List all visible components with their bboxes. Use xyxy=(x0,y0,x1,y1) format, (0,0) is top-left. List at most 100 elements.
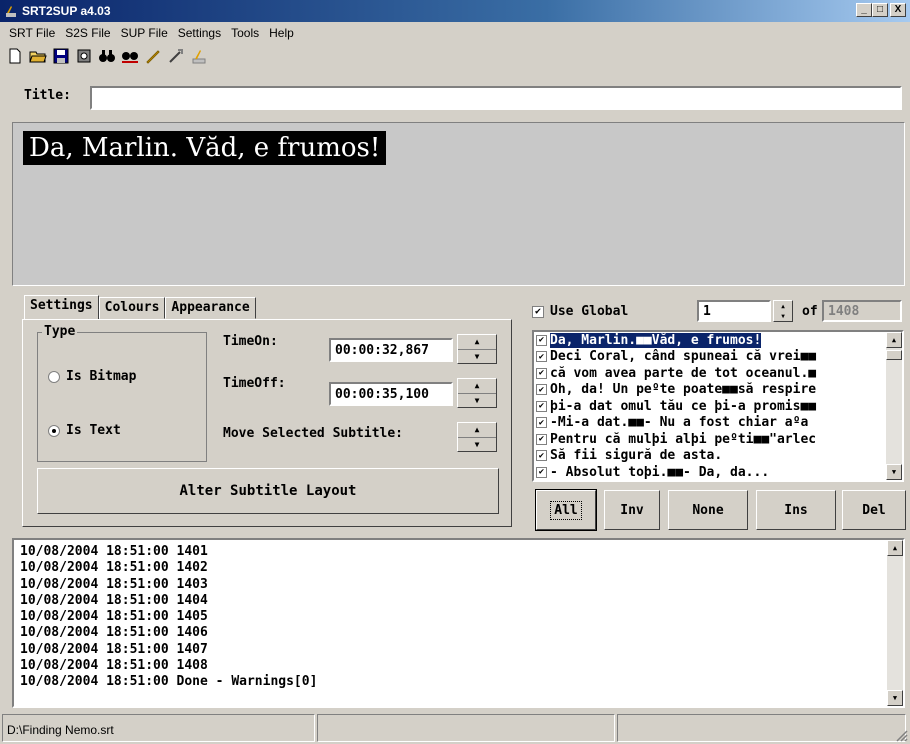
is-bitmap-option[interactable]: Is Bitmap xyxy=(48,369,136,384)
list-item[interactable]: ✔ -Mi-a dat.■■- Nu a fost chiar aºa xyxy=(534,415,902,432)
item-checkbox[interactable]: ✔ xyxy=(536,400,547,412)
scroll-up-icon[interactable]: ▲ xyxy=(887,540,903,556)
time-off-label: TimeOff: xyxy=(223,376,286,391)
maximize-button[interactable]: □ xyxy=(872,3,888,17)
menu-srt-file[interactable]: SRT File xyxy=(4,26,60,40)
list-item[interactable]: ✔ că vom avea parte de tot oceanul.■ xyxy=(534,365,902,382)
close-button[interactable]: X xyxy=(890,3,906,17)
item-checkbox[interactable]: ✔ xyxy=(536,450,547,462)
tab-appearance[interactable]: Appearance xyxy=(165,297,256,319)
list-item[interactable]: ✔ Pentru că mulþi alþi peºti■■"arlec xyxy=(534,431,902,448)
save-button[interactable] xyxy=(50,45,72,67)
tab-colours[interactable]: Colours xyxy=(98,297,166,319)
settings-pane: Type Is Bitmap Is Text TimeOn: 00:00:32,… xyxy=(22,319,512,527)
time-off-spinner[interactable]: ▲ ▼ xyxy=(457,378,497,408)
subtitle-list[interactable]: ✔ Da, Marlin.■■Văd, e frumos! ✔ Deci Coral… xyxy=(532,330,904,482)
time-on-spinner[interactable]: ▲ ▼ xyxy=(457,334,497,364)
is-text-radio[interactable] xyxy=(48,424,60,437)
title-bar: SRT2SUP a4.03 _ □ X xyxy=(0,0,910,22)
save-disk-icon xyxy=(53,48,69,64)
item-text: Oh, da! Un peºte poate■■să respire xyxy=(550,382,817,398)
about-button[interactable] xyxy=(188,45,210,67)
minimize-button[interactable]: _ xyxy=(856,3,872,17)
find-button[interactable] xyxy=(96,45,118,67)
scroll-thumb[interactable] xyxy=(886,350,902,360)
log-line: 10/08/2004 18:51:00 1403 xyxy=(20,576,208,592)
spin-down-icon[interactable]: ▼ xyxy=(458,350,496,364)
log-line: 10/08/2004 18:51:00 1408 xyxy=(20,658,208,674)
open-folder-icon xyxy=(29,51,47,63)
status-panel-3 xyxy=(616,714,906,742)
new-file-button[interactable] xyxy=(4,45,26,67)
status-file-path: D:\Finding Nemo.srt xyxy=(2,714,316,742)
list-item[interactable]: ✔ Da, Marlin.■■Văd, e frumos! xyxy=(534,332,902,349)
wand-icon xyxy=(169,49,183,63)
app-icon xyxy=(6,6,16,17)
settings-button[interactable] xyxy=(73,45,95,67)
list-item[interactable]: ✔ Oh, da! Un peºte poate■■să respire xyxy=(534,382,902,399)
list-scrollbar[interactable]: ▲ ▼ xyxy=(886,332,902,480)
window-buttons: _ □ X xyxy=(856,3,906,17)
is-bitmap-radio[interactable] xyxy=(48,370,60,383)
title-input[interactable] xyxy=(90,86,902,110)
open-button[interactable] xyxy=(27,45,49,67)
settings-icon xyxy=(77,49,91,63)
log-scrollbar[interactable]: ▲ ▼ xyxy=(887,540,903,706)
title-label: Title: xyxy=(24,88,71,103)
alter-layout-button[interactable]: Alter Subtitle Layout xyxy=(37,468,499,514)
spin-down-icon[interactable]: ▼ xyxy=(458,394,496,408)
find-next-button[interactable] xyxy=(119,45,141,67)
current-subtitle-spinner[interactable]: ▲ ▼ xyxy=(773,300,793,322)
menu-s2s-file[interactable]: S2S File xyxy=(60,26,115,40)
use-global-option[interactable]: ✔ Use Global xyxy=(532,304,628,319)
spin-up-icon[interactable]: ▲ xyxy=(458,335,496,350)
item-checkbox[interactable]: ✔ xyxy=(536,351,547,363)
current-subtitle-input[interactable]: 1 xyxy=(697,300,771,322)
list-item[interactable]: ✔ þi-a dat omul tău ce þi-a promis■■ xyxy=(534,398,902,415)
item-checkbox[interactable]: ✔ xyxy=(536,433,547,445)
item-checkbox[interactable]: ✔ xyxy=(536,466,547,478)
tab-strip: Settings Colours Appearance xyxy=(24,295,256,319)
menu-tools[interactable]: Tools xyxy=(226,26,264,40)
menu-help[interactable]: Help xyxy=(264,26,299,40)
use-global-checkbox[interactable]: ✔ xyxy=(532,305,544,318)
select-none-button[interactable]: None xyxy=(668,490,748,530)
edit-button[interactable] xyxy=(142,45,164,67)
log-line: 10/08/2004 18:51:00 1402 xyxy=(20,560,208,576)
resize-grip-icon[interactable] xyxy=(894,728,908,742)
scroll-down-icon[interactable]: ▼ xyxy=(886,464,902,480)
delete-button[interactable]: Del xyxy=(842,490,906,530)
select-all-label: All xyxy=(550,500,582,520)
log-line: 10/08/2004 18:51:00 1405 xyxy=(20,609,208,625)
spin-up-icon[interactable]: ▲ xyxy=(458,379,496,394)
item-checkbox[interactable]: ✔ xyxy=(536,334,547,346)
use-global-label: Use Global xyxy=(550,304,629,319)
tab-settings[interactable]: Settings xyxy=(24,295,99,319)
spin-up-icon[interactable]: ▲ xyxy=(458,423,496,438)
spin-down-icon[interactable]: ▼ xyxy=(774,311,792,321)
move-subtitle-spinner[interactable]: ▲ ▼ xyxy=(457,422,497,452)
is-text-option[interactable]: Is Text xyxy=(48,423,121,438)
scroll-down-icon[interactable]: ▼ xyxy=(887,690,903,706)
item-checkbox[interactable]: ✔ xyxy=(536,417,547,429)
scroll-up-icon[interactable]: ▲ xyxy=(886,332,902,348)
menu-settings[interactable]: Settings xyxy=(173,26,226,40)
spin-down-icon[interactable]: ▼ xyxy=(458,438,496,452)
list-item[interactable]: ✔ - Absolut toþi.■■- Da, da... xyxy=(534,464,902,480)
list-item[interactable]: ✔ Deci Coral, când spuneai că vrei■■ xyxy=(534,349,902,366)
spin-up-icon[interactable]: ▲ xyxy=(774,301,792,311)
insert-button[interactable]: Ins xyxy=(756,490,836,530)
time-on-input[interactable]: 00:00:32,867 xyxy=(329,338,453,362)
log-output[interactable]: 10/08/2004 18:51:00 1401 10/08/2004 18:5… xyxy=(12,538,905,708)
list-item[interactable]: ✔ Să fii sigură de asta. xyxy=(534,448,902,465)
time-off-input[interactable]: 00:00:35,100 xyxy=(329,382,453,406)
item-checkbox[interactable]: ✔ xyxy=(536,384,547,396)
select-all-button[interactable]: All xyxy=(535,489,597,531)
item-text: þi-a dat omul tău ce þi-a promis■■ xyxy=(550,398,817,414)
tool-button[interactable] xyxy=(165,45,187,67)
menu-sup-file[interactable]: SUP File xyxy=(116,26,173,40)
item-checkbox[interactable]: ✔ xyxy=(536,367,547,379)
invert-button[interactable]: Inv xyxy=(604,490,660,530)
status-panel-2 xyxy=(317,714,615,742)
total-count: 1408 xyxy=(822,300,902,322)
